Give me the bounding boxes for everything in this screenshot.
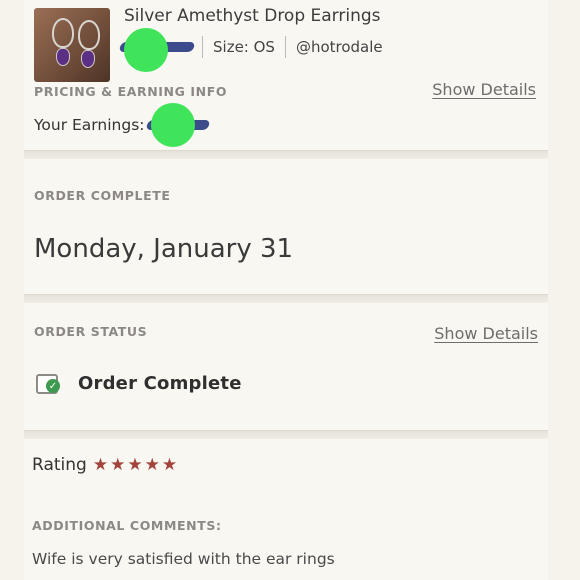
comments-section-label: ADDITIONAL COMMENTS: xyxy=(32,518,222,533)
pricing-section-label: PRICING & EARNING INFO xyxy=(34,84,228,99)
meta-divider xyxy=(284,36,286,58)
earnings-redaction xyxy=(145,103,210,147)
earring-gem-right xyxy=(81,50,95,68)
meta-divider xyxy=(202,36,203,58)
star-icon: ★ xyxy=(127,455,143,475)
section-divider xyxy=(24,294,548,303)
star-icon: ★ xyxy=(92,455,109,475)
earring-hook-left xyxy=(52,18,74,48)
earnings-label: Your Earnings: xyxy=(34,116,145,134)
seller-username[interactable]: @hotrodale xyxy=(296,38,383,56)
left-edge xyxy=(0,0,24,580)
earring-hook-right xyxy=(78,20,100,50)
rating-stars: ★ ★ ★ ★ ★ xyxy=(93,455,179,475)
product-meta-row: Size: OS @hotrodale xyxy=(118,28,383,72)
order-status-show-details-link[interactable]: Show Details xyxy=(434,324,538,343)
right-edge xyxy=(547,0,580,580)
section-divider xyxy=(24,430,548,439)
order-card: Silver Amethyst Drop Earrings Size: OS @… xyxy=(24,0,548,580)
order-status-row: ✓ Order Complete xyxy=(36,372,242,394)
rating-row: Rating ★ ★ ★ ★ ★ xyxy=(32,455,179,475)
star-icon: ★ xyxy=(110,455,126,475)
product-title[interactable]: Silver Amethyst Drop Earrings xyxy=(124,6,381,26)
star-icon: ★ xyxy=(161,455,178,475)
earring-gem-left xyxy=(56,48,70,66)
comment-text: Wife is very satisfied with the ear ring… xyxy=(32,550,335,568)
order-complete-section-label: ORDER COMPLETE xyxy=(34,188,171,203)
order-complete-date: Monday, January 31 xyxy=(34,234,294,264)
rating-label: Rating xyxy=(32,455,87,475)
order-status-text: Order Complete xyxy=(78,372,242,394)
product-thumbnail[interactable] xyxy=(34,8,110,82)
earnings-row: Your Earnings: xyxy=(34,103,210,147)
size-label: Size: OS xyxy=(213,38,275,56)
price-redaction xyxy=(118,28,196,72)
section-divider xyxy=(24,150,548,159)
order-status-section-label: ORDER STATUS xyxy=(34,324,148,339)
star-icon: ★ xyxy=(144,455,160,475)
pricing-show-details-link[interactable]: Show Details xyxy=(432,80,536,99)
order-complete-check-icon: ✓ xyxy=(36,372,62,394)
